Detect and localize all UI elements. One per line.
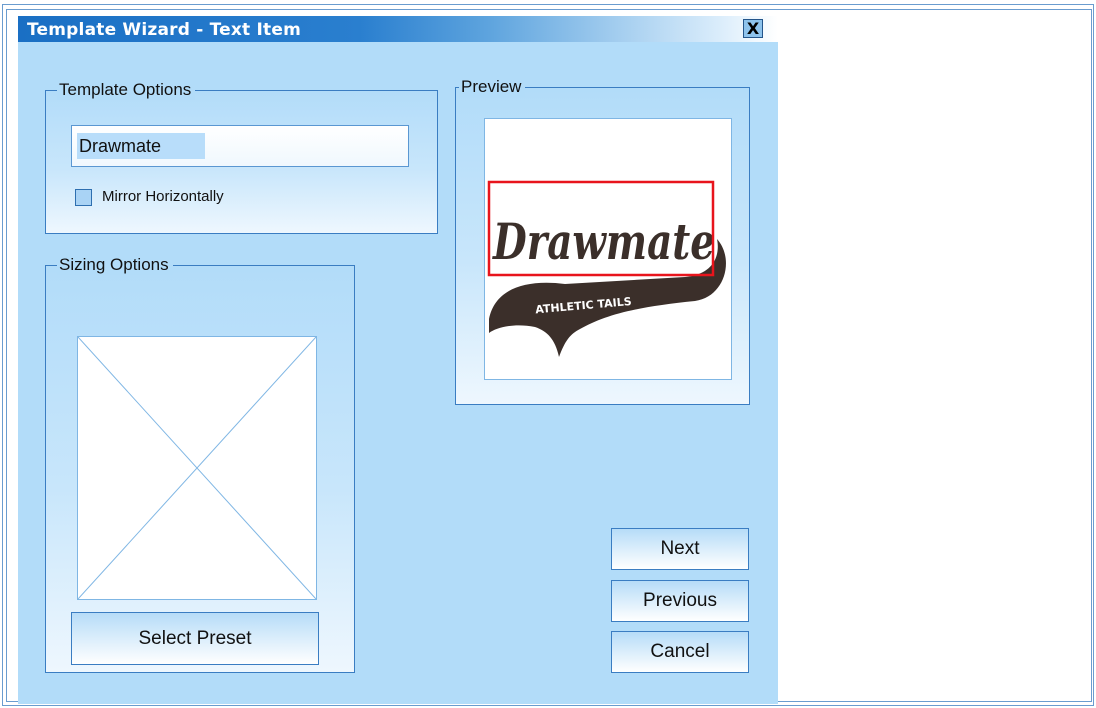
mirror-horizontally-checkbox[interactable]	[75, 189, 92, 206]
previous-label: Previous	[643, 590, 717, 611]
cancel-button[interactable]: Cancel	[611, 631, 749, 673]
window-title: Template Wizard - Text Item	[27, 20, 301, 40]
select-preset-button[interactable]: Select Preset	[71, 612, 319, 665]
next-button[interactable]: Next	[611, 528, 749, 570]
template-text-value: Drawmate	[77, 133, 205, 159]
preview-group: Preview ATHLETIC TAILS Drawmate	[455, 77, 750, 405]
sizing-placeholder-image	[77, 336, 317, 600]
cancel-label: Cancel	[650, 641, 710, 662]
template-options-legend: Template Options	[57, 80, 196, 100]
next-label: Next	[660, 538, 700, 559]
drawmate-logo: ATHLETIC TAILS Drawmate	[487, 180, 726, 357]
logo-main-text: Drawmate	[491, 212, 715, 271]
title-bar[interactable]: Template Wizard - Text Item X	[18, 16, 778, 42]
mirror-horizontally-label[interactable]: Mirror Horizontally	[102, 188, 224, 205]
sizing-options-group: Sizing Options Select Preset	[45, 255, 355, 673]
preview-legend: Preview	[459, 77, 526, 97]
template-options-group: Template Options Drawmate Mirror Horizon…	[45, 80, 438, 234]
close-button[interactable]: X	[743, 19, 763, 38]
template-text-input[interactable]: Drawmate	[71, 125, 409, 167]
template-wizard-window: Template Wizard - Text Item X Template O…	[18, 16, 778, 704]
select-preset-label: Select Preset	[138, 628, 252, 649]
sizing-options-legend: Sizing Options	[57, 255, 173, 275]
placeholder-cross-icon	[78, 337, 316, 599]
preview-canvas: ATHLETIC TAILS Drawmate	[484, 118, 732, 380]
close-icon: X	[746, 19, 760, 38]
previous-button[interactable]: Previous	[611, 580, 749, 622]
